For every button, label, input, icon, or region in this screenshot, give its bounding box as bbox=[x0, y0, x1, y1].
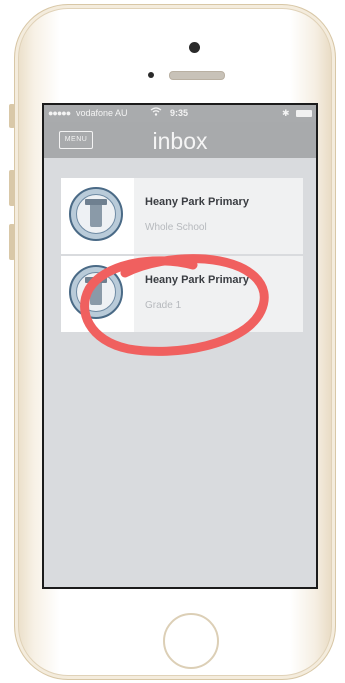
status-bar: ●●●●● vodafone AU 9:35 ✱ bbox=[44, 105, 316, 122]
front-camera bbox=[189, 42, 200, 53]
school-logo-icon bbox=[69, 187, 123, 241]
carrier-label: vodafone AU bbox=[76, 108, 128, 118]
message-title: Heany Park Primary bbox=[145, 274, 249, 286]
school-logo-thumb bbox=[61, 178, 134, 254]
list-item[interactable]: Heany Park Primary Whole School bbox=[61, 178, 303, 256]
proximity-sensor bbox=[148, 72, 154, 78]
message-subtitle: Whole School bbox=[145, 222, 207, 233]
signal-icon: ●●●●● bbox=[48, 108, 71, 118]
mute-switch[interactable] bbox=[9, 104, 15, 128]
message-list: Heany Park Primary Whole School Heany Pa… bbox=[61, 178, 303, 334]
status-time: 9:35 bbox=[170, 108, 189, 118]
school-logo-icon bbox=[69, 265, 123, 319]
wifi-icon bbox=[150, 105, 162, 122]
battery-icon bbox=[296, 110, 312, 117]
school-logo-thumb bbox=[61, 256, 134, 332]
nav-bar: MENU inbox bbox=[44, 122, 316, 158]
list-item[interactable]: Heany Park Primary Grade 1 bbox=[61, 256, 303, 334]
home-button[interactable] bbox=[163, 613, 219, 669]
message-subtitle: Grade 1 bbox=[145, 300, 182, 311]
phone-screen: ●●●●● vodafone AU 9:35 ✱ MENU inbox Hean… bbox=[42, 103, 318, 589]
page-title: inbox bbox=[152, 128, 208, 154]
volume-down-button[interactable] bbox=[9, 224, 15, 260]
message-title: Heany Park Primary bbox=[145, 196, 249, 208]
volume-up-button[interactable] bbox=[9, 170, 15, 206]
earpiece-speaker bbox=[169, 71, 225, 80]
bluetooth-icon: ✱ bbox=[282, 108, 290, 118]
